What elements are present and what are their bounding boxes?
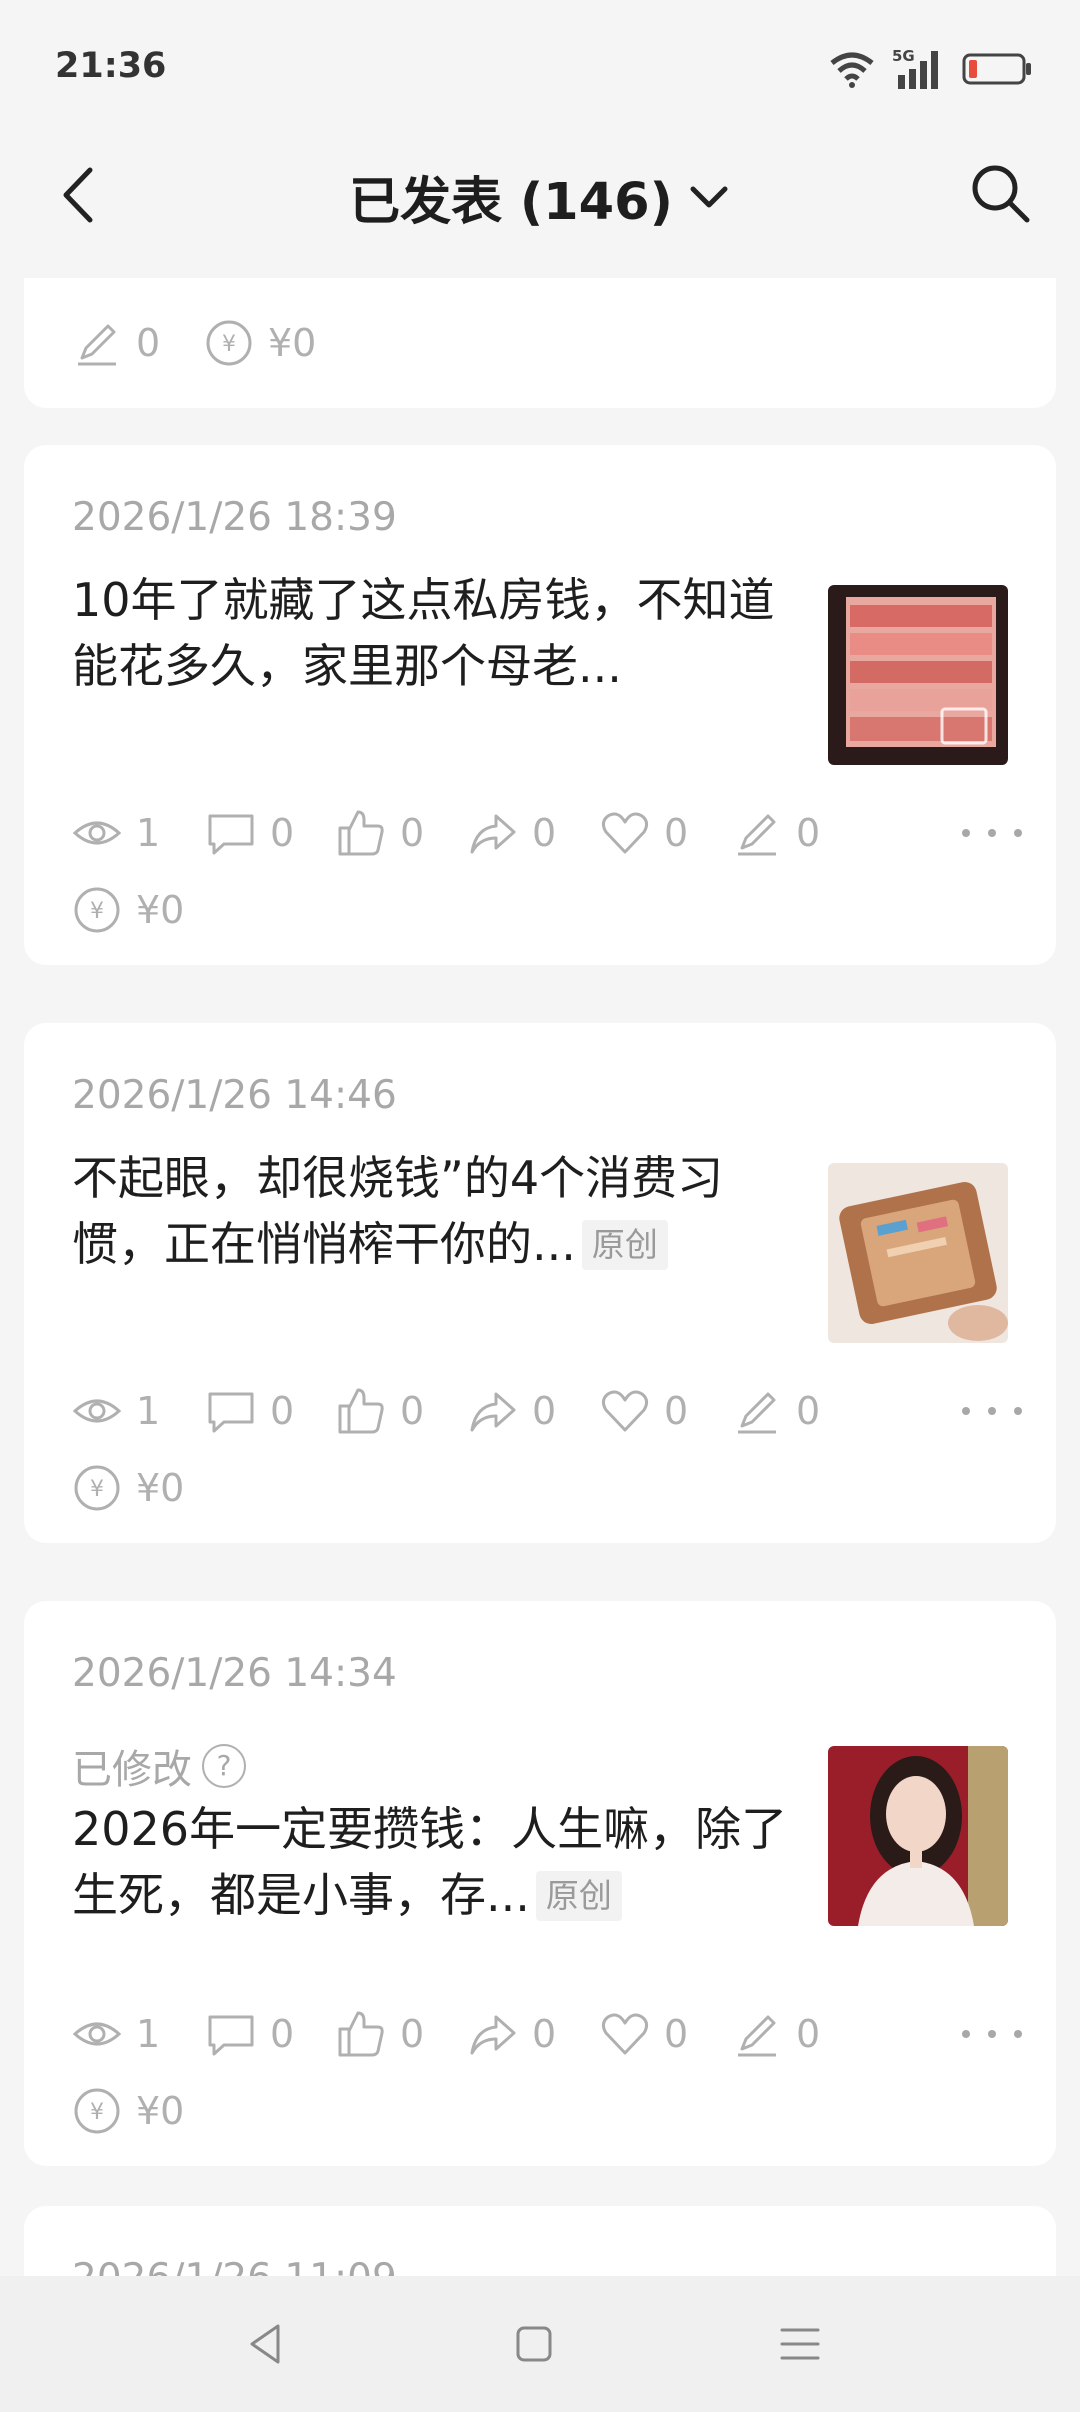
- thumbs-up-icon: [338, 2011, 384, 2057]
- cash-photo: [828, 585, 1008, 765]
- stats-row: 1 0 0 0 0 0: [72, 1381, 1032, 1441]
- likes-stat: 0: [336, 2004, 424, 2064]
- nav-back-icon[interactable]: [238, 2316, 294, 2372]
- article-thumbnail[interactable]: [828, 585, 1008, 765]
- share-icon: [470, 814, 516, 854]
- eye-icon: [72, 2022, 122, 2046]
- article-thumbnail[interactable]: [828, 1163, 1008, 1343]
- views-stat: 1: [72, 803, 160, 863]
- yuan-icon: ¥: [74, 2088, 120, 2134]
- yuan-icon: ¥: [74, 887, 120, 933]
- comments-stat: 0: [206, 803, 294, 863]
- pencil-icon: [738, 814, 776, 856]
- publish-date: 2026/1/26 18:39: [72, 495, 397, 540]
- favorites-stat: 0: [600, 1381, 688, 1441]
- comment-icon: [208, 2015, 254, 2056]
- pencil-icon: [738, 2015, 776, 2057]
- more-options-icon[interactable]: [962, 803, 1022, 863]
- article-card[interactable]: 2026/1/26 14:34 已修改 ? 2026年一定要攒钱：人生嘛，除了生…: [24, 1601, 1056, 2166]
- stats-row-income: ¥ ¥0: [72, 880, 1032, 940]
- yuan-icon: ¥: [206, 320, 252, 366]
- help-icon[interactable]: ?: [202, 1744, 246, 1788]
- pencil-icon: [738, 1392, 776, 1434]
- publish-date: 2026/1/26 11:09: [72, 2256, 397, 2276]
- original-tag: 原创: [581, 1220, 668, 1270]
- income-stat: ¥ ¥0: [72, 880, 184, 940]
- share-icon: [470, 1392, 516, 1432]
- edits-stat: 0: [732, 803, 820, 863]
- edited-label[interactable]: 已修改 ?: [72, 1737, 246, 1795]
- svg-text:¥: ¥: [90, 1477, 104, 1502]
- thumbs-up-icon: [338, 810, 384, 856]
- woman-photo: [828, 1746, 1008, 1926]
- status-filter-dropdown[interactable]: 已发表 (146): [0, 160, 1080, 234]
- heart-icon: [601, 812, 649, 854]
- pencil-icon: [78, 324, 116, 366]
- article-list[interactable]: 0 ¥ ¥0 2026/1/26 18:39 10年了就藏了这点私房钱，不知道能…: [0, 278, 1080, 2276]
- nav-home-icon[interactable]: [506, 2316, 562, 2372]
- publish-date: 2026/1/26 14:46: [72, 1073, 397, 1118]
- status-icons: 5G: [828, 46, 1032, 91]
- svg-text:¥: ¥: [222, 332, 236, 357]
- wifi-icon: [830, 52, 874, 88]
- battery-icon: [962, 53, 1031, 84]
- signal-icon: 5G: [892, 47, 938, 89]
- edits-stat: 0: [732, 2004, 820, 2064]
- chevron-down-icon: [690, 186, 728, 208]
- article-title[interactable]: 10年了就藏了这点私房钱，不知道能花多久，家里那个母老...: [72, 567, 802, 699]
- more-options-icon[interactable]: [962, 1381, 1022, 1441]
- stats-row-income: ¥ ¥0: [72, 1458, 1032, 1518]
- system-nav-bar: [0, 2276, 1080, 2412]
- stats-row: 0 ¥ ¥0: [72, 313, 1032, 373]
- edits-stat: 0: [732, 1381, 820, 1441]
- favorites-stat: 0: [600, 2004, 688, 2064]
- publish-date: 2026/1/26 14:34: [72, 1651, 397, 1696]
- app-header: 已发表 (146): [0, 130, 1080, 278]
- heart-icon: [601, 2013, 649, 2055]
- comment-icon: [208, 1392, 254, 1433]
- nav-menu-icon[interactable]: [772, 2316, 828, 2372]
- page-title: 已发表 (146): [349, 173, 673, 232]
- shares-stat: 0: [468, 803, 556, 863]
- svg-text:¥: ¥: [90, 2100, 104, 2125]
- eye-icon: [72, 821, 122, 845]
- status-bar: 21:36 5G: [0, 0, 1080, 130]
- income-stat: ¥ ¥0: [72, 1458, 184, 1518]
- comments-stat: 0: [206, 2004, 294, 2064]
- comment-icon: [208, 814, 254, 855]
- views-stat: 1: [72, 1381, 160, 1441]
- article-title[interactable]: 2026年一定要攒钱：人生嘛，除了生死，都是小事，存... 原创: [72, 1796, 802, 1928]
- stats-row: 1 0 0 0 0 0: [72, 2004, 1032, 2064]
- views-stat: 1: [72, 2004, 160, 2064]
- article-title[interactable]: 不起眼，却很烧钱”的4个消费习惯，正在悄悄榨干你的... 原创: [72, 1145, 802, 1277]
- eye-icon: [72, 1399, 122, 1423]
- wallet-photo: [828, 1163, 1008, 1343]
- original-tag: 原创: [535, 1871, 622, 1921]
- svg-text:5G: 5G: [892, 47, 915, 65]
- article-thumbnail[interactable]: [828, 1746, 1008, 1926]
- heart-icon: [601, 1390, 649, 1432]
- edits-stat: 0: [72, 313, 160, 373]
- search-icon[interactable]: [965, 158, 1035, 228]
- article-card[interactable]: 2026/1/26 11:09: [24, 2206, 1056, 2276]
- likes-stat: 0: [336, 803, 424, 863]
- income-stat: ¥ ¥0: [72, 2081, 184, 2141]
- more-options-icon[interactable]: [962, 2004, 1022, 2064]
- income-stat: ¥ ¥0: [204, 313, 316, 373]
- stats-row: 1 0 0 0 0 0: [72, 803, 1032, 863]
- share-icon: [470, 2015, 516, 2055]
- article-card[interactable]: 0 ¥ ¥0: [24, 278, 1056, 408]
- shares-stat: 0: [468, 2004, 556, 2064]
- svg-text:¥: ¥: [90, 899, 104, 924]
- shares-stat: 0: [468, 1381, 556, 1441]
- likes-stat: 0: [336, 1381, 424, 1441]
- stats-row-income: ¥ ¥0: [72, 2081, 1032, 2141]
- favorites-stat: 0: [600, 803, 688, 863]
- thumbs-up-icon: [338, 1388, 384, 1434]
- yuan-icon: ¥: [74, 1465, 120, 1511]
- article-card[interactable]: 2026/1/26 14:46 不起眼，却很烧钱”的4个消费习惯，正在悄悄榨干你…: [24, 1023, 1056, 1543]
- comments-stat: 0: [206, 1381, 294, 1441]
- article-card[interactable]: 2026/1/26 18:39 10年了就藏了这点私房钱，不知道能花多久，家里那…: [24, 445, 1056, 965]
- status-time: 21:36: [55, 46, 167, 86]
